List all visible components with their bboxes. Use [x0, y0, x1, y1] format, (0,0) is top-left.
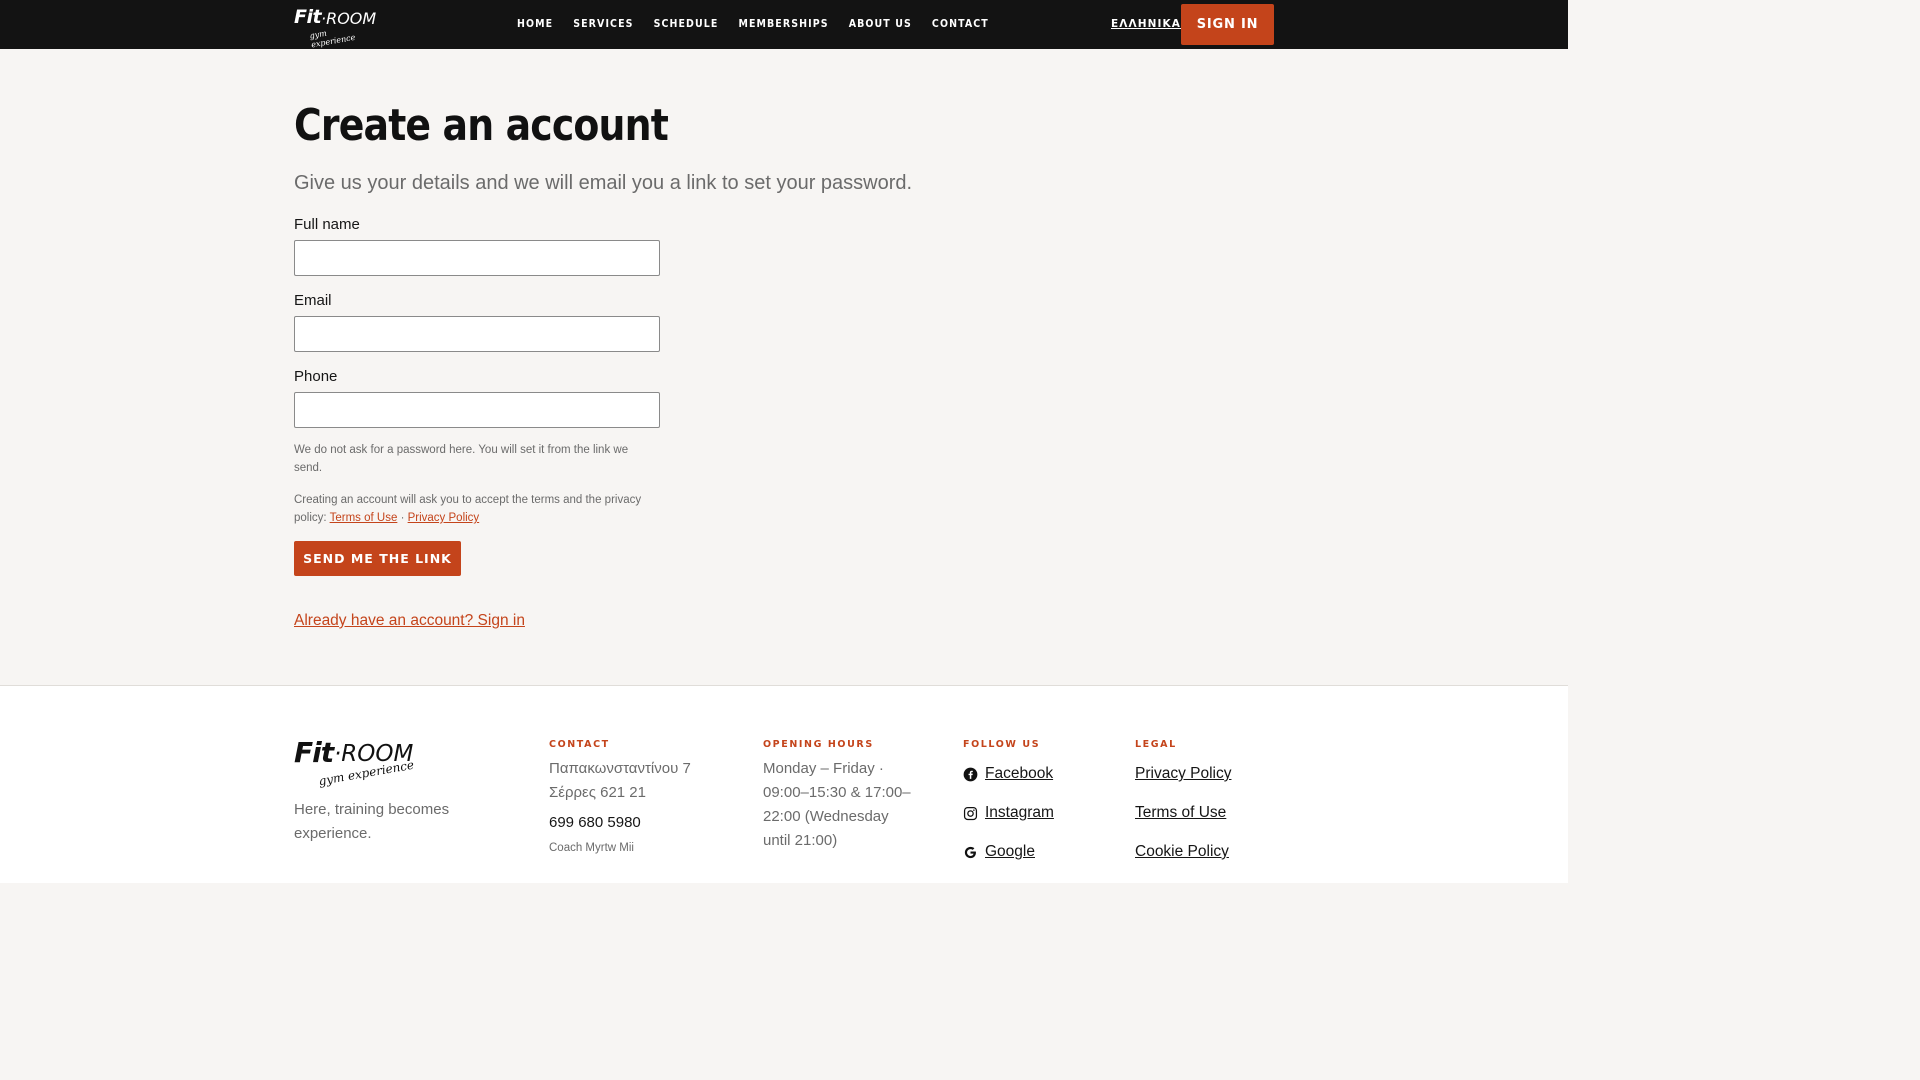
already-have-account-link[interactable]: Already have an account? Sign in	[294, 612, 525, 630]
instagram-link[interactable]: Instagram	[963, 804, 1054, 822]
terms-separator: ·	[400, 512, 405, 524]
instagram-icon	[963, 806, 978, 820]
contact-address-line2: Σέρρες 621 21	[549, 784, 646, 801]
contact-phone-link[interactable]: 699 680 5980	[549, 811, 641, 835]
facebook-link[interactable]: Facebook	[963, 765, 1053, 783]
google-label: Google	[985, 843, 1035, 860]
language-switch[interactable]: ΕΛΛΗΝΙΚΑ	[1111, 18, 1181, 30]
main-nav: HOME SERVICES SCHEDULE MEMBERSHIPS ABOUT…	[517, 18, 1009, 30]
footer-contact-heading: CONTACT	[549, 739, 610, 750]
google-link[interactable]: Google	[963, 843, 1035, 861]
nav-schedule[interactable]: SCHEDULE	[654, 18, 719, 30]
logo-fit-text: Fit	[294, 6, 322, 28]
sign-in-button[interactable]: SIGN IN	[1181, 4, 1274, 45]
phone-label: Phone	[294, 368, 338, 385]
google-icon	[964, 846, 976, 858]
footer-follow-heading: FOLLOW US	[963, 739, 1041, 750]
email-input[interactable]	[294, 316, 660, 352]
footer-logo-fit-text: Fit	[294, 736, 334, 769]
nav-about-us[interactable]: ABOUT US	[849, 18, 912, 30]
facebook-label: Facebook	[985, 765, 1054, 782]
full-name-input[interactable]	[294, 240, 660, 276]
contact-address-line1: Παπακωνσταντίνου 7	[549, 760, 691, 777]
page-subtitle: Give us your details and we will email y…	[294, 172, 913, 194]
footer-fitroom-logo[interactable]: Fit ·ROOM gym experience	[294, 736, 424, 792]
footer-privacy-policy-link[interactable]: Privacy Policy	[1135, 765, 1231, 783]
fitroom-logo[interactable]: Fit ·ROOM gym experience	[294, 6, 376, 49]
contact-coach: Coach Myrtw Mii	[549, 842, 634, 854]
footer-terms-of-use-link[interactable]: Terms of Use	[1135, 804, 1226, 822]
page-title: Create an account	[294, 100, 669, 151]
facebook-icon	[963, 767, 978, 781]
send-link-button[interactable]: SEND ME THE LINK	[294, 541, 461, 576]
privacy-policy-link[interactable]: Privacy Policy	[408, 512, 480, 524]
nav-memberships[interactable]: MEMBERSHIPS	[738, 18, 828, 30]
phone-input[interactable]	[294, 392, 660, 428]
footer-legal-heading: LEGAL	[1135, 739, 1177, 750]
terms-of-use-link[interactable]: Terms of Use	[330, 512, 398, 524]
footer-tagline: Here, training becomes experience.	[294, 801, 450, 842]
nav-services[interactable]: SERVICES	[573, 18, 633, 30]
instagram-label: Instagram	[985, 804, 1054, 821]
terms-note: Creating an account will ask you to acce…	[294, 491, 660, 527]
nav-contact[interactable]: CONTACT	[932, 18, 989, 30]
full-name-label: Full name	[294, 216, 360, 233]
password-note: We do not ask for a password here. You w…	[294, 444, 629, 474]
nav-home[interactable]: HOME	[517, 18, 553, 30]
top-nav-bar: Fit ·ROOM gym experience HOME SERVICES S…	[0, 0, 1568, 49]
footer-hours-heading: OPENING HOURS	[763, 739, 874, 750]
opening-hours-text: Monday – Friday · 09:00–15:30 & 17:00–22…	[763, 760, 911, 849]
footer-cookie-policy-link[interactable]: Cookie Policy	[1135, 843, 1229, 861]
email-label: Email	[294, 292, 332, 309]
